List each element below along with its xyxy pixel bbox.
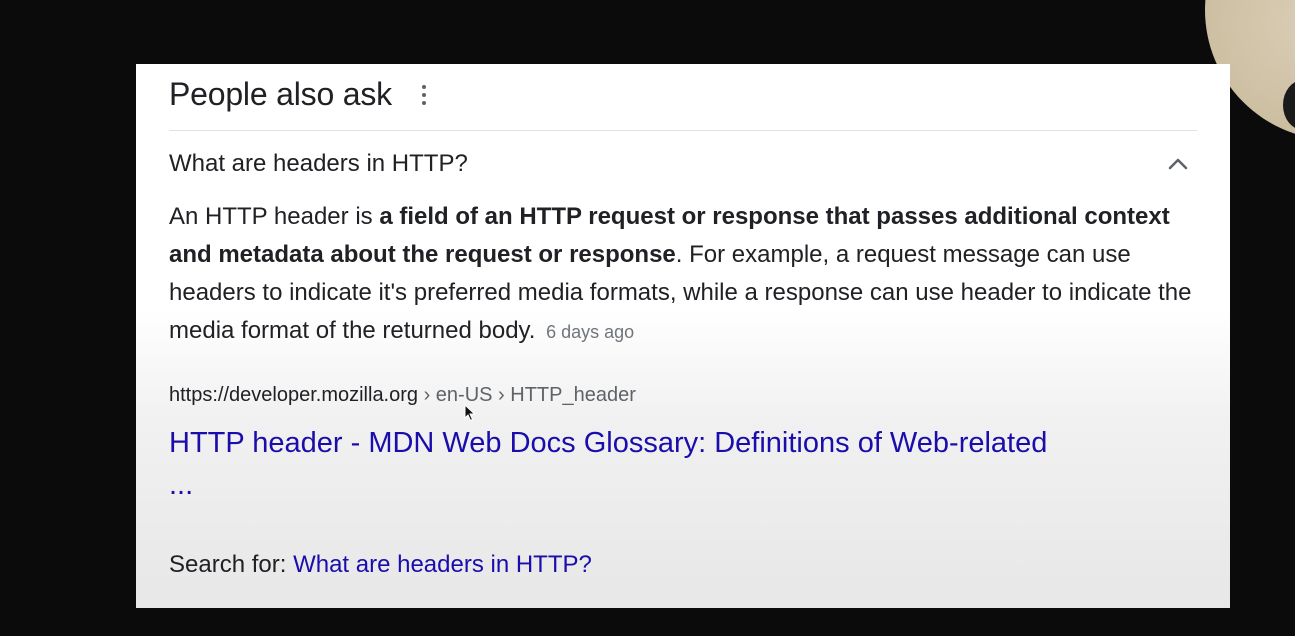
source-breadcrumbs: › en-US › HTTP_header [418, 384, 636, 406]
divider [169, 130, 1197, 131]
question-toggle[interactable]: What are headers in HTTP? [169, 146, 1197, 182]
more-vert-icon[interactable] [420, 83, 428, 107]
screen: People also ask What are headers in HTTP… [0, 0, 1295, 636]
answer-text-start: An HTTP header is [169, 203, 380, 230]
answer-snippet: An HTTP header is a field of an HTTP req… [169, 198, 1199, 351]
search-for-row: Search for: What are headers in HTTP? [169, 551, 592, 579]
paa-title: People also ask [169, 76, 392, 112]
webcam-detail [1283, 80, 1295, 130]
answer-date: 6 days ago [546, 322, 635, 342]
search-for-label: Search for: [169, 551, 294, 578]
people-also-ask-card: People also ask What are headers in HTTP… [136, 64, 1230, 608]
source-url[interactable]: https://developer.mozilla.org › en-US › … [169, 384, 636, 407]
paa-header: People also ask [169, 76, 428, 113]
search-for-query-link[interactable]: What are headers in HTTP? [293, 551, 592, 578]
mouse-cursor-icon [464, 404, 476, 422]
chevron-up-icon[interactable] [1167, 153, 1189, 175]
result-title-link[interactable]: HTTP header - MDN Web Docs Glossary: Def… [169, 422, 1069, 506]
question-text: What are headers in HTTP? [169, 150, 468, 177]
source-domain: https://developer.mozilla.org [169, 384, 419, 406]
